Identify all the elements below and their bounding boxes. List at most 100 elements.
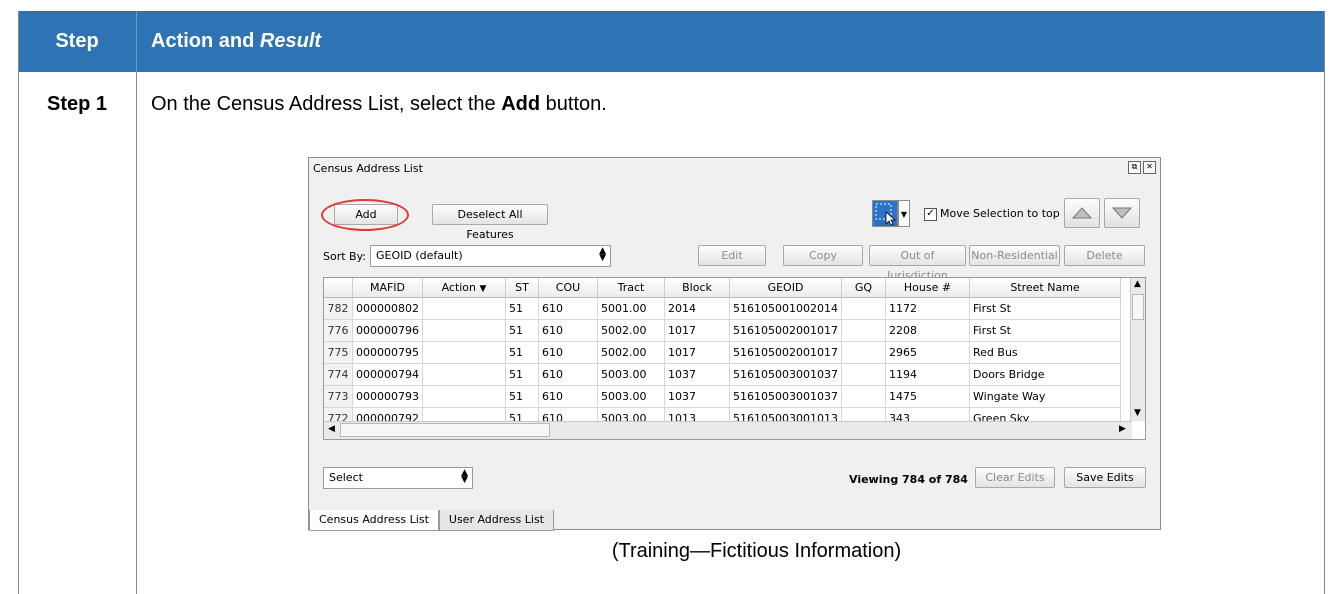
table-row[interactable]: 775 000000795 51 610 5002.00 1017 516105… (324, 341, 1121, 364)
out-of-jurisdiction-button[interactable]: Out of Jurisdiction (869, 245, 966, 282)
edit-button[interactable]: Edit (698, 245, 766, 266)
clear-edits-button[interactable]: Clear Edits (975, 467, 1055, 488)
address-grid: MAFID Action ▼ ST COU Tract Block GEOID … (323, 277, 1146, 440)
tab-bar: Census Address List User Address List (309, 510, 554, 531)
street-cell: First St (969, 319, 1121, 342)
st-cell: 51 (505, 385, 539, 408)
instruction-pre: On the Census Address List, select the (151, 93, 502, 115)
action-cell (422, 385, 506, 408)
delete-button[interactable]: Delete (1064, 245, 1145, 266)
block-cell: 1037 (664, 385, 730, 408)
table-row[interactable]: 773 000000793 51 610 5003.00 1037 516105… (324, 385, 1121, 408)
column-separator (136, 11, 137, 594)
deselect-all-features-button[interactable]: Deselect All Features (432, 204, 548, 241)
st-cell: 51 (505, 297, 539, 320)
header-step: Step (55, 30, 99, 52)
close-icon[interactable]: ✕ (1143, 161, 1156, 174)
non-residential-button[interactable]: Non-Residential (969, 245, 1060, 266)
table-right-border (1324, 11, 1325, 594)
spinner-icon: ▲ ▼ (461, 468, 468, 485)
vertical-scrollbar[interactable]: ▲ ▼ (1130, 278, 1145, 421)
gq-cell (841, 297, 886, 320)
window-title: Census Address List (313, 162, 423, 175)
vertical-scroll-thumb[interactable] (1132, 294, 1144, 320)
action-select[interactable]: Select ▲ ▼ (323, 467, 473, 489)
column-header-action-label: Action (441, 281, 477, 294)
sort-by-select[interactable]: GEOID (default) ▲ ▼ (370, 245, 611, 267)
header-row: MAFID Action ▼ ST COU Tract Block GEOID … (324, 278, 1121, 298)
save-edits-button[interactable]: Save Edits (1064, 467, 1146, 488)
gq-cell (841, 341, 886, 364)
header-action-italic: Result (259, 30, 322, 52)
table-header: Step Action and Result (18, 11, 1325, 72)
mafid-cell: 000000795 (352, 341, 423, 364)
block-cell: 1017 (664, 341, 730, 364)
column-header[interactable]: GEOID (729, 278, 842, 298)
mafid-cell: 000000802 (352, 297, 423, 320)
column-header[interactable]: Tract (597, 278, 665, 298)
block-cell: 1037 (664, 363, 730, 386)
column-header[interactable]: ST (505, 278, 539, 298)
house-cell: 1172 (885, 297, 970, 320)
move-down-button[interactable] (1104, 198, 1140, 228)
column-header[interactable]: COU (538, 278, 598, 298)
action-cell (422, 319, 506, 342)
viewing-count: Viewing 784 of 784 (849, 473, 968, 486)
scroll-right-icon[interactable]: ▶ (1119, 424, 1126, 434)
house-cell: 1194 (885, 363, 970, 386)
row-number: 774 (324, 363, 353, 386)
select-features-icon[interactable] (872, 200, 898, 227)
tab-user-address-list[interactable]: User Address List (438, 510, 554, 531)
action-cell (422, 341, 506, 364)
header-column-separator (136, 11, 137, 72)
st-cell: 51 (505, 363, 539, 386)
triangle-up-icon (1071, 207, 1093, 219)
census-address-list-window: Census Address List ⧉ ✕ Add Deselect All… (308, 157, 1161, 531)
tab-census-address-list[interactable]: Census Address List (309, 510, 439, 531)
tract-cell: 5002.00 (597, 319, 665, 342)
move-up-button[interactable] (1064, 198, 1100, 228)
gq-cell (841, 385, 886, 408)
tract-cell: 5003.00 (597, 385, 665, 408)
scroll-left-icon[interactable]: ◀ (328, 424, 335, 434)
house-cell: 1475 (885, 385, 970, 408)
spinner-icon: ▲ ▼ (599, 246, 606, 263)
horizontal-scroll-thumb[interactable] (340, 423, 550, 437)
tract-cell: 5001.00 (597, 297, 665, 320)
instruction-text: On the Census Address List, select the A… (151, 93, 607, 116)
cou-cell: 610 (538, 363, 598, 386)
column-header-action[interactable]: Action ▼ (422, 278, 506, 298)
float-icon[interactable]: ⧉ (1128, 161, 1141, 174)
house-cell: 2965 (885, 341, 970, 364)
column-header[interactable]: GQ (841, 278, 886, 298)
row-number: 775 (324, 341, 353, 364)
chevron-down-icon[interactable]: ▼ (898, 200, 910, 227)
highlight-ring (321, 199, 409, 231)
cou-cell: 610 (538, 319, 598, 342)
street-cell: Red Bus (969, 341, 1121, 364)
tract-cell: 5002.00 (597, 341, 665, 364)
move-selection-checkbox[interactable]: ✓ (924, 208, 937, 221)
copy-button[interactable]: Copy (783, 245, 863, 266)
geoid-cell: 516105003001037 (729, 363, 842, 386)
horizontal-scrollbar[interactable]: ◀ ▶ (324, 421, 1132, 439)
column-header[interactable]: MAFID (352, 278, 423, 298)
move-selection-label: Move Selection to top (940, 207, 1060, 220)
instruction-bold: Add (501, 93, 541, 115)
block-cell: 2014 (664, 297, 730, 320)
column-header[interactable]: Street Name (969, 278, 1121, 298)
header-action-text: Action and (151, 30, 255, 52)
caption: (Training—Fictitious Information) (611, 540, 902, 562)
column-header[interactable]: House # (885, 278, 970, 298)
row-number: 776 (324, 319, 353, 342)
scroll-down-icon[interactable]: ▼ (1134, 408, 1141, 418)
column-header[interactable]: Block (664, 278, 730, 298)
gq-cell (841, 319, 886, 342)
geoid-cell: 516105003001037 (729, 385, 842, 408)
address-table: MAFID Action ▼ ST COU Tract Block GEOID … (324, 278, 1121, 430)
table-row[interactable]: 782 000000802 51 610 5001.00 2014 516105… (324, 297, 1121, 320)
table-row[interactable]: 776 000000796 51 610 5002.00 1017 516105… (324, 319, 1121, 342)
table-row[interactable]: 774 000000794 51 610 5003.00 1037 516105… (324, 363, 1121, 386)
scroll-up-icon[interactable]: ▲ (1134, 279, 1141, 289)
street-cell: Doors Bridge (969, 363, 1121, 386)
